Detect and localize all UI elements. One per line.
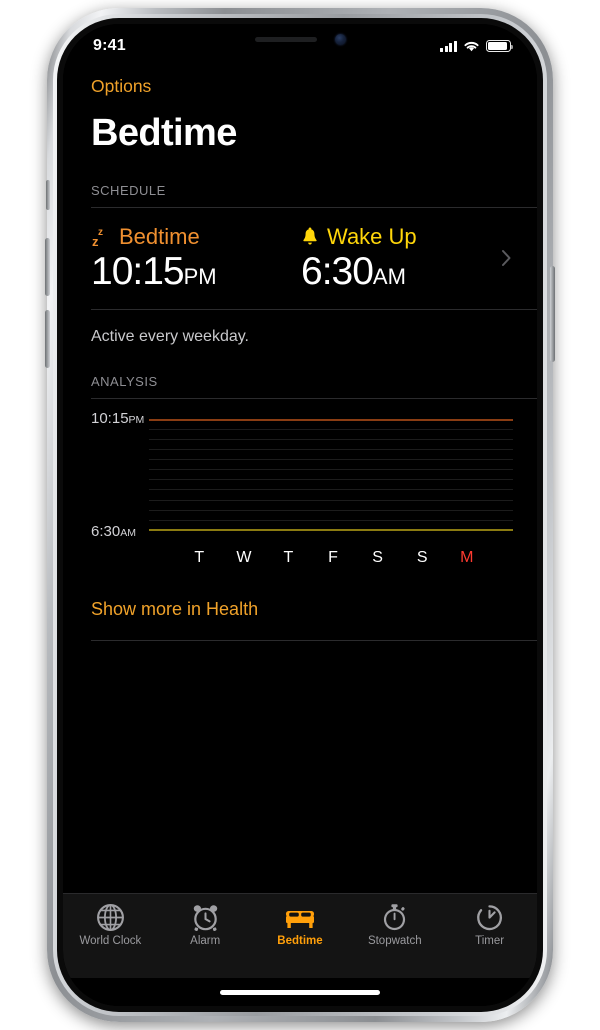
wakeup-meridiem: AM	[372, 264, 406, 289]
analysis-section-header: ANALYSIS	[91, 373, 158, 389]
tab-world-clock[interactable]: World Clock	[63, 902, 158, 947]
wakeup-column[interactable]: Wake Up 6:30AM	[301, 224, 491, 293]
tab-timer[interactable]: Timer	[442, 902, 537, 947]
sleep-analysis-chart: 10:15PM 6:30AM T W T F S S M	[63, 410, 537, 567]
chart-bottom-meridiem: AM	[120, 526, 136, 539]
earpiece-speaker-icon	[254, 36, 317, 42]
bedtime-meridiem: PM	[183, 264, 217, 289]
chart-gridline	[149, 449, 513, 451]
chevron-right-icon[interactable]	[500, 247, 513, 269]
chart-gridline	[149, 519, 513, 521]
chart-top-time: 10:15	[91, 409, 129, 427]
tab-label: World Clock	[79, 935, 142, 947]
chart-gridline	[149, 489, 513, 491]
phone-screen: 9:41 Options Bedtime SCHEDULE z z Bedtim…	[63, 24, 537, 1006]
tab-alarm[interactable]: Alarm	[158, 902, 253, 947]
divider-analysis-top	[91, 397, 537, 399]
bedtime-label: Bedtime	[119, 224, 200, 249]
chart-gridline	[149, 429, 513, 431]
chart-gridline	[149, 469, 513, 471]
display-notch	[202, 24, 398, 54]
tab-bar: World Clock Alarm Bedtime Stopwatch Timer	[63, 893, 537, 978]
front-camera-icon	[334, 33, 346, 45]
chart-plot-area: 10:15PM 6:30AM	[91, 410, 513, 540]
volume-up-button[interactable]	[45, 238, 50, 296]
bedtime-screen-content: Options Bedtime SCHEDULE zz Bedtime 10:1…	[63, 64, 537, 893]
tab-label: Alarm	[190, 935, 221, 947]
home-indicator[interactable]	[220, 989, 380, 995]
timer-icon	[475, 902, 504, 932]
zzz-icon: zz	[92, 227, 103, 249]
chart-gridline	[149, 439, 513, 441]
schedule-section-header: SCHEDULE	[91, 183, 166, 198]
iphone-device-frame: 9:41 Options Bedtime SCHEDULE z z Bedtim…	[45, 8, 555, 1022]
bedtime-time: 10:15	[91, 250, 185, 293]
wakeup-label: Wake Up	[327, 224, 417, 249]
chart-y-axis-top-label: 10:15PM	[91, 410, 144, 427]
active-days-note: Active every weekday.	[91, 327, 249, 345]
chart-gridline	[149, 499, 513, 501]
cellular-signal-icon	[440, 40, 457, 52]
power-button[interactable]	[550, 266, 555, 362]
chart-wakeup-line	[149, 528, 513, 531]
wakeup-value: 6:30AM	[301, 250, 491, 293]
chart-day-label: T	[283, 548, 294, 566]
options-button[interactable]: Options	[91, 76, 151, 97]
status-bar-indicators	[440, 36, 514, 53]
page-title: Bedtime	[91, 112, 237, 154]
chart-gridline	[149, 509, 513, 511]
wakeup-time: 6:30	[301, 250, 374, 293]
bed-icon	[284, 902, 316, 932]
divider-schedule-bottom	[91, 308, 537, 310]
volume-down-button[interactable]	[45, 310, 50, 368]
bedtime-label-group: zz Bedtime	[91, 224, 301, 250]
chart-gridline	[149, 459, 513, 461]
divider-health-bottom	[91, 639, 537, 641]
tab-bedtime[interactable]: Bedtime	[253, 902, 348, 947]
chart-day-label: S	[416, 548, 428, 566]
chart-day-label: F	[328, 548, 338, 566]
home-indicator-area	[63, 978, 537, 1006]
chart-y-axis-bottom-label: 6:30AM	[91, 523, 136, 540]
stopwatch-icon	[380, 902, 409, 932]
battery-icon	[486, 40, 514, 52]
schedule-row[interactable]: zz Bedtime 10:15PM Wake Up 6:30AM	[63, 208, 537, 309]
tab-label: Stopwatch	[367, 935, 422, 947]
chart-gridlines	[149, 418, 513, 531]
chart-day-label: W	[236, 548, 252, 566]
wifi-icon	[464, 41, 479, 51]
screen-bezel: 9:41 Options Bedtime SCHEDULE z z Bedtim…	[63, 24, 537, 1006]
chart-bottom-time: 6:30	[91, 522, 121, 540]
show-more-in-health-link[interactable]: Show more in Health	[91, 599, 258, 620]
chart-day-label: T	[194, 548, 205, 566]
chart-bedtime-line	[149, 418, 513, 421]
bedtime-column[interactable]: zz Bedtime 10:15PM	[91, 224, 301, 293]
bedtime-value: 10:15PM	[91, 250, 301, 293]
chart-day-label: S	[372, 548, 383, 566]
bell-icon	[303, 227, 317, 245]
wakeup-label-group: Wake Up	[301, 224, 491, 250]
chart-gridline	[149, 479, 513, 481]
status-bar-clock: 9:41	[93, 37, 126, 54]
tab-label: Timer	[475, 935, 505, 947]
alarm-clock-icon	[191, 902, 220, 932]
globe-icon	[96, 902, 125, 932]
tab-stopwatch[interactable]: Stopwatch	[347, 902, 442, 947]
chart-top-meridiem: PM	[128, 413, 145, 426]
tab-label: Bedtime	[277, 935, 323, 947]
chart-day-labels: TWTFSSM	[177, 549, 489, 567]
mute-switch-button[interactable]	[46, 180, 50, 210]
chart-day-label: M	[460, 548, 474, 566]
